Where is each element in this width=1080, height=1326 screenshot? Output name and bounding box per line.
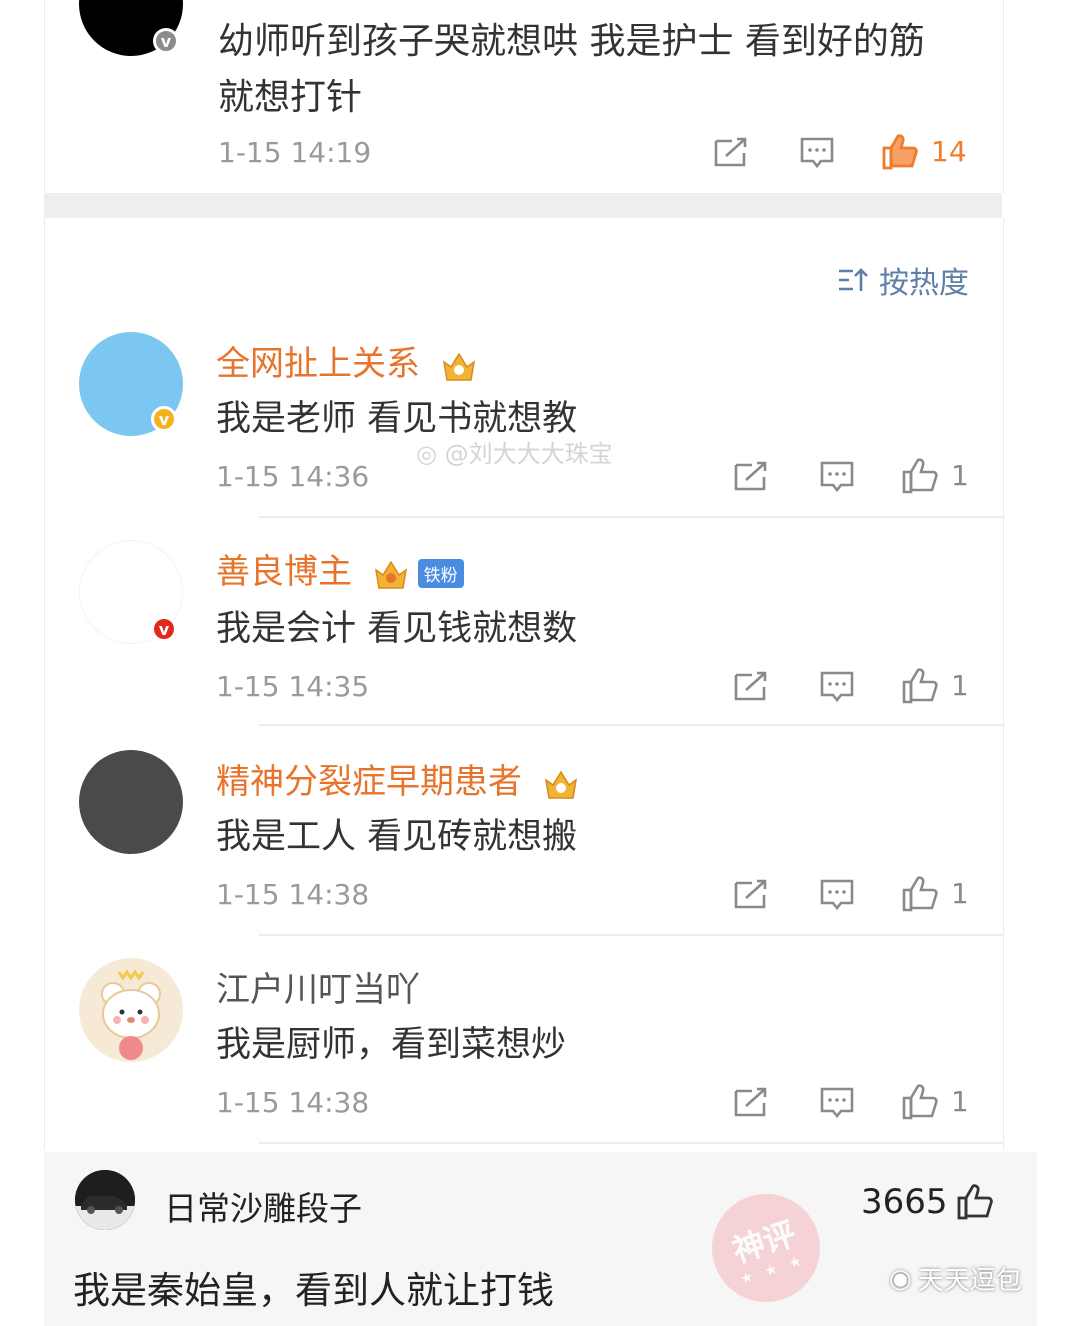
comment-text: 幼师听到孩子哭就想哄 我是护士 看到好的筋 (218, 21, 925, 62)
like-button[interactable]: 1 (901, 874, 969, 912)
crown-icon (373, 558, 409, 590)
divider (259, 724, 1003, 726)
comment-icon (820, 461, 854, 493)
thumbs-up-icon (882, 134, 918, 170)
comment-text-line2: 就想打针 (218, 77, 363, 118)
comment-time: 1-15 14:38 (216, 878, 370, 911)
bear-avatar-icon (101, 969, 161, 1060)
weibo-watermark: ◎ @刘大大大珠宝 (416, 440, 613, 468)
username[interactable]: 精神分裂症早期患者 (216, 754, 579, 803)
share-icon (734, 1087, 767, 1117)
share-icon (734, 461, 767, 491)
username[interactable]: 善良博主 铁粉 (216, 544, 464, 593)
comment-time: 1-15 14:38 (216, 1086, 370, 1119)
username[interactable]: 江户川叮当吖 (216, 962, 420, 1011)
share-button[interactable] (713, 136, 749, 168)
top-comment-card: v 幼师听到孩子哭就想哄 我是护士 看到好的筋 就想打针 1-15 14:19 … (44, 0, 1004, 193)
fan-badge: 铁粉 (417, 559, 464, 588)
car-avatar-icon (75, 1170, 135, 1230)
sort-label: 按热度 (879, 266, 969, 301)
comment-icon (820, 1087, 854, 1119)
comment-icon (800, 137, 834, 169)
thumbs-up-icon (902, 668, 938, 704)
share-icon (714, 137, 747, 167)
divider (259, 516, 1003, 518)
share-icon (734, 879, 767, 909)
verified-icon: v (151, 406, 177, 432)
weibo-icon: ◎ (416, 440, 437, 468)
share-icon (734, 671, 767, 701)
verified-icon: v (153, 28, 179, 54)
thumbs-up-icon (902, 876, 938, 912)
wechat-icon: ◉ (889, 1263, 912, 1294)
wechat-watermark: ◉ 天天逗包 (889, 1263, 1022, 1297)
like-count: 14 (931, 134, 967, 168)
reply-button[interactable] (819, 878, 855, 912)
reply-button[interactable] (819, 1086, 855, 1120)
avatar[interactable] (75, 1170, 135, 1230)
share-button[interactable] (733, 1086, 769, 1118)
like-count: 1 (951, 458, 969, 492)
like-button[interactable]: 14 (881, 132, 967, 170)
username[interactable]: 全网扯上关系 (216, 336, 477, 385)
divider (259, 934, 1003, 936)
like-count: 1 (951, 668, 969, 702)
sort-toggle[interactable]: 按热度 (837, 258, 969, 302)
comment-text: 我是工人 看见砖就想搬 (216, 817, 578, 857)
like-button[interactable]: 1 (901, 456, 969, 494)
thumbs-up-icon (957, 1184, 993, 1220)
like-button[interactable] (956, 1182, 996, 1220)
thumbs-up-icon (902, 458, 938, 494)
share-button[interactable] (733, 670, 769, 702)
comment-icon (820, 879, 854, 911)
like-button[interactable]: 1 (901, 666, 969, 704)
thumbs-up-icon (902, 1084, 938, 1120)
share-button[interactable] (733, 460, 769, 492)
comment-time: 1-15 14:19 (218, 136, 372, 169)
comment-text: 我是厨师，看到菜想炒 (216, 1025, 567, 1065)
reply-button[interactable] (819, 460, 855, 494)
like-count: 1 (951, 876, 969, 910)
comment-time: 1-15 14:35 (216, 670, 370, 703)
crown-icon (543, 768, 579, 800)
verified-icon: v (151, 616, 177, 642)
sort-icon (839, 268, 868, 291)
comment-text: 我是会计 看见钱就想数 (216, 609, 578, 649)
section-divider (44, 193, 1002, 218)
featured-comment-card: 日常沙雕段子 3665 神评 ★ ★ ★ 我是秦始皇，看到人就让打钱 ◉ 天天逗… (44, 1152, 1037, 1326)
avatar[interactable] (79, 750, 183, 854)
like-count: 1 (951, 1084, 969, 1118)
share-button[interactable] (733, 878, 769, 910)
divider (259, 1142, 1003, 1144)
crown-icon (441, 350, 477, 382)
comment-list: 按热度 v 全网扯上关系 我是老师 看见书就想教 1-15 14:36 1 v … (44, 218, 1004, 1150)
comment-text: 我是秦始皇，看到人就让打钱 (73, 1269, 554, 1312)
like-count: 3665 (861, 1182, 948, 1222)
like-button[interactable]: 1 (901, 1082, 969, 1120)
reply-button[interactable] (819, 670, 855, 704)
avatar[interactable] (79, 958, 183, 1062)
comment-time: 1-15 14:36 (216, 460, 370, 493)
best-comment-stamp: 神评 ★ ★ ★ (697, 1179, 835, 1317)
username[interactable]: 日常沙雕段子 (164, 1182, 362, 1230)
reply-button[interactable] (799, 136, 835, 170)
comment-icon (820, 671, 854, 703)
